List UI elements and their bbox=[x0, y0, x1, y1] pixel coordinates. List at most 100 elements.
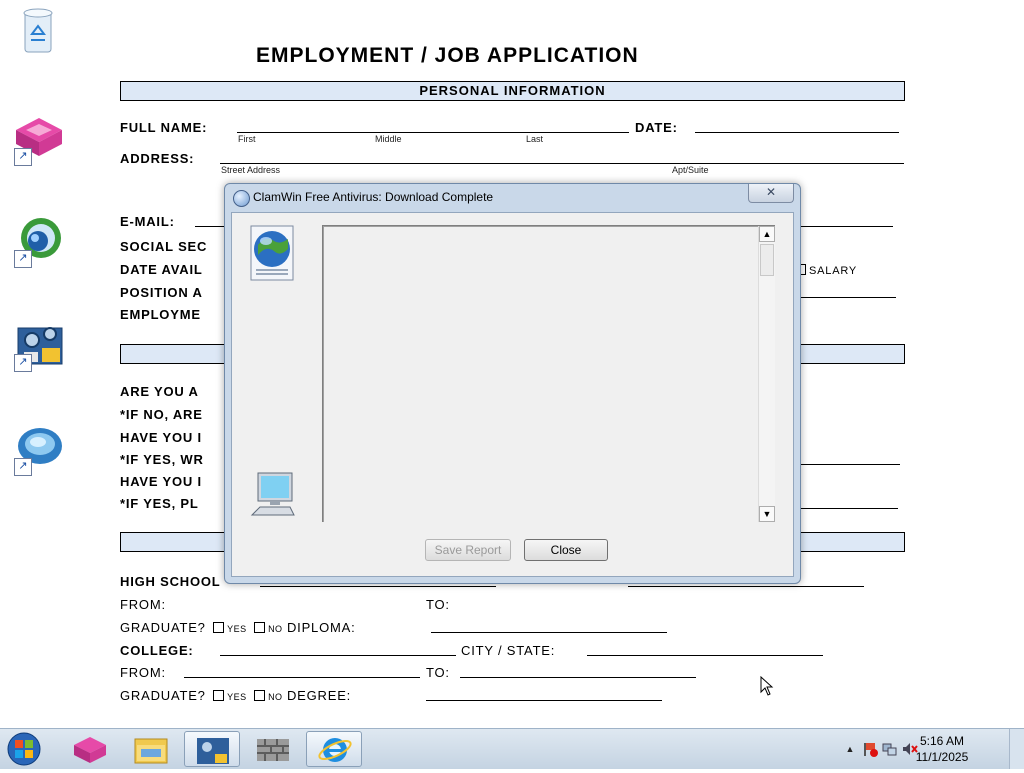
college-to-field[interactable] bbox=[460, 677, 696, 678]
taskbar-file-explorer-icon[interactable] bbox=[123, 731, 179, 767]
save-report-button[interactable]: Save Report bbox=[425, 539, 511, 561]
computer-icon bbox=[250, 471, 296, 519]
social-security-label: SOCIAL SEC bbox=[120, 239, 208, 254]
high-school-field[interactable] bbox=[260, 586, 496, 587]
clock-time: 5:16 AM bbox=[919, 734, 965, 748]
settings-gears-icon[interactable]: ↗ bbox=[14, 320, 64, 372]
college-city-field[interactable] bbox=[587, 655, 823, 656]
if-yes-field-end bbox=[798, 464, 900, 465]
degree-label: DEGREE: bbox=[286, 688, 352, 703]
college-label: COLLEGE: bbox=[120, 643, 194, 658]
shortcut-arrow-icon: ↗ bbox=[14, 458, 32, 476]
date-label: DATE: bbox=[635, 120, 678, 135]
college-graduate-label: GRADUATE? bbox=[120, 688, 206, 703]
salary-option[interactable]: SALARY bbox=[792, 264, 857, 277]
scroll-down-icon[interactable]: ▼ bbox=[759, 506, 775, 522]
college-yes-checkbox[interactable] bbox=[213, 690, 225, 701]
position-field-end bbox=[798, 297, 896, 298]
last-caption: Last bbox=[526, 134, 544, 144]
shortcut-arrow-icon: ↗ bbox=[14, 250, 32, 268]
email-field[interactable] bbox=[195, 226, 225, 227]
taskbar-clock[interactable]: 5:16 AM 11/1/2025 bbox=[912, 733, 972, 765]
download-log-listbox[interactable]: ▲ ▼ bbox=[322, 225, 775, 522]
teal-stone-icon[interactable]: ↗ bbox=[14, 424, 64, 476]
clamwin-download-dialog: ClamWin Free Antivirus: Download Complet… bbox=[224, 183, 801, 584]
globe-connect-icon[interactable]: ↗ bbox=[14, 216, 64, 268]
email-field-end bbox=[798, 226, 893, 227]
date-field[interactable] bbox=[695, 132, 899, 133]
diploma-field[interactable] bbox=[431, 632, 667, 633]
street-address-caption: Street Address bbox=[221, 165, 281, 175]
degree-field[interactable] bbox=[426, 700, 662, 701]
hs-from-label: FROM: bbox=[120, 597, 166, 612]
address-field[interactable] bbox=[220, 163, 904, 164]
hs-no-label: NO bbox=[268, 624, 283, 634]
employment-label: EMPLOYME bbox=[120, 307, 201, 322]
college-from-label: FROM: bbox=[120, 665, 166, 680]
first-caption: First bbox=[238, 134, 256, 144]
taskbar-settings-icon[interactable] bbox=[184, 731, 240, 767]
college-no-checkbox[interactable] bbox=[254, 690, 266, 701]
form-title: EMPLOYMENT / JOB APPLICATION bbox=[256, 44, 639, 67]
college-yes-label: YES bbox=[227, 692, 247, 702]
action-center-flag-icon[interactable] bbox=[862, 741, 878, 757]
network-icon[interactable] bbox=[882, 741, 898, 757]
system-tray: ▲ 5:16 AM 11/1/2025 bbox=[834, 729, 1024, 769]
close-button[interactable]: Close bbox=[524, 539, 608, 561]
have-you-1-label: HAVE YOU I bbox=[120, 430, 202, 445]
have-you-2-label: HAVE YOU I bbox=[120, 474, 202, 489]
city-state-label: CITY / STATE: bbox=[461, 643, 556, 658]
if-yes-pl-field-end bbox=[798, 508, 898, 509]
date-available-label: DATE AVAIL bbox=[120, 262, 203, 277]
start-button[interactable] bbox=[4, 731, 44, 767]
college-field[interactable] bbox=[220, 655, 456, 656]
college-from-field[interactable] bbox=[184, 677, 420, 678]
dialog-client-area: ▲ ▼ Save Report Close bbox=[231, 212, 794, 577]
full-name-label: FULL NAME: bbox=[120, 120, 208, 135]
are-you-label: ARE YOU A bbox=[120, 384, 199, 399]
taskbar: ▲ 5:16 AM 11/1/2025 bbox=[0, 728, 1024, 769]
section-personal-information: PERSONAL INFORMATION bbox=[120, 81, 905, 101]
full-name-field[interactable] bbox=[237, 132, 629, 133]
show-desktop-button[interactable] bbox=[1009, 729, 1024, 769]
position-label: POSITION A bbox=[120, 285, 203, 300]
high-school-label: HIGH SCHOOL bbox=[120, 574, 221, 589]
dialog-close-icon[interactable]: ✕ bbox=[748, 184, 794, 203]
pink-cube-icon[interactable]: ↗ bbox=[14, 114, 64, 166]
hs-to-label: TO: bbox=[426, 597, 450, 612]
clock-date: 11/1/2025 bbox=[915, 750, 969, 764]
if-yes-pl-label: *IF YES, PL bbox=[120, 496, 199, 511]
scroll-up-icon[interactable]: ▲ bbox=[759, 226, 775, 242]
recycle-bin-icon[interactable] bbox=[18, 6, 58, 54]
college-no-label: NO bbox=[268, 692, 283, 702]
hs-graduate-label: GRADUATE? bbox=[120, 620, 206, 635]
log-scrollbar[interactable]: ▲ ▼ bbox=[758, 226, 775, 522]
hs-yes-checkbox[interactable] bbox=[213, 622, 225, 633]
address-label: ADDRESS: bbox=[120, 151, 195, 166]
shortcut-arrow-icon: ↗ bbox=[14, 148, 32, 166]
taskbar-internet-explorer-icon[interactable] bbox=[306, 731, 362, 767]
diploma-label: DIPLOMA: bbox=[286, 620, 356, 635]
salary-label: SALARY bbox=[809, 265, 858, 277]
high-school-city-field[interactable] bbox=[628, 586, 864, 587]
hs-yes-label: YES bbox=[227, 624, 247, 634]
scroll-thumb[interactable] bbox=[760, 244, 774, 276]
apt-suite-caption: Apt/Suite bbox=[672, 165, 709, 175]
taskbar-firewall-icon[interactable] bbox=[245, 731, 301, 767]
dialog-titlebar[interactable]: ClamWin Free Antivirus: Download Complet… bbox=[225, 184, 800, 212]
dialog-title: ClamWin Free Antivirus: Download Complet… bbox=[253, 190, 494, 204]
globe-document-icon bbox=[250, 225, 294, 281]
college-to-label: TO: bbox=[426, 665, 450, 680]
college-graduate-row: GRADUATE? YES NO DEGREE: bbox=[120, 688, 351, 703]
taskbar-pink-cube-icon[interactable] bbox=[62, 731, 118, 767]
hs-no-checkbox[interactable] bbox=[254, 622, 266, 633]
show-hidden-icons-icon[interactable]: ▲ bbox=[842, 741, 858, 757]
if-no-label: *IF NO, ARE bbox=[120, 407, 203, 422]
mouse-cursor-icon bbox=[760, 675, 774, 696]
section-personal-label: PERSONAL INFORMATION bbox=[419, 83, 606, 98]
email-label: E-MAIL: bbox=[120, 214, 175, 229]
clamwin-icon bbox=[233, 190, 250, 207]
if-yes-wr-label: *IF YES, WR bbox=[120, 452, 204, 467]
shortcut-arrow-icon: ↗ bbox=[14, 354, 32, 372]
hs-graduate-row: GRADUATE? YES NO DIPLOMA: bbox=[120, 620, 356, 635]
